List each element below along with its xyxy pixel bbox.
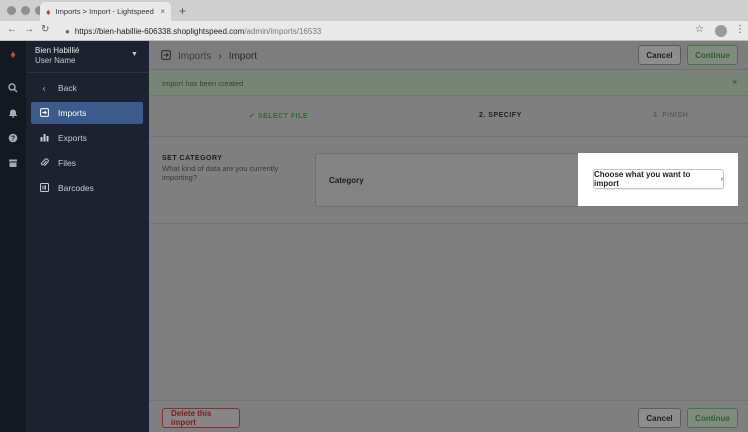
import-icon bbox=[161, 50, 171, 63]
chevron-right-icon: › bbox=[218, 51, 222, 62]
browser-menu-icon[interactable]: ⋮ bbox=[735, 24, 745, 35]
step-select-file: ✔ SELECT FILE bbox=[249, 112, 308, 120]
back-arrow-icon[interactable]: ← bbox=[7, 24, 17, 35]
browser-tab-bar: ♦ Imports > Import - Lightspeed × + bbox=[0, 0, 748, 21]
store-icon[interactable] bbox=[7, 157, 19, 169]
sidebar-item-label: Files bbox=[58, 158, 76, 168]
sidebar-item-exports[interactable]: Exports bbox=[31, 127, 143, 149]
url-host: https://bien-habillie-606338.shoplightsp… bbox=[74, 26, 245, 36]
lightspeed-logo-icon[interactable]: ♦ bbox=[7, 49, 19, 61]
help-icon[interactable]: ? bbox=[7, 132, 19, 144]
paperclip-icon bbox=[39, 157, 49, 169]
browser-address-bar: ← → ↻ ● https://bien-habillie-606338.sho… bbox=[0, 21, 748, 41]
section-description: What kind of data are you currently impo… bbox=[162, 164, 279, 182]
sidebar-divider bbox=[26, 72, 149, 73]
breadcrumb: Imports › Import bbox=[161, 50, 257, 63]
footer-continue-button[interactable]: Continue bbox=[687, 408, 738, 428]
checkmark-icon: ✔ bbox=[249, 113, 256, 120]
import-icon bbox=[39, 107, 49, 119]
sidebar-item-barcodes[interactable]: Barcodes bbox=[31, 177, 143, 199]
footer-cancel-button[interactable]: Cancel bbox=[638, 408, 681, 428]
close-window-button[interactable] bbox=[7, 6, 16, 15]
new-tab-button[interactable]: + bbox=[179, 4, 186, 18]
section-title: SET CATEGORY bbox=[162, 155, 223, 162]
shop-name: Bien Habillié bbox=[35, 46, 80, 55]
set-category-section: SET CATEGORY What kind of data are you c… bbox=[149, 138, 748, 224]
step-specify: 2. SPECIFY bbox=[479, 112, 522, 119]
sidebar-item-back[interactable]: ‹ Back bbox=[31, 77, 143, 99]
close-icon[interactable]: × bbox=[732, 77, 737, 87]
profile-avatar[interactable] bbox=[715, 25, 727, 37]
sidebar-item-files[interactable]: Files bbox=[31, 152, 143, 174]
lock-icon: ● bbox=[65, 26, 70, 36]
url-field[interactable]: ● https://bien-habillie-606338.shoplight… bbox=[65, 24, 680, 38]
bell-icon[interactable] bbox=[7, 107, 19, 119]
sidebar-item-label: Back bbox=[58, 83, 77, 93]
caret-down-icon[interactable]: ▼ bbox=[131, 51, 138, 58]
step-finish: 3. FINISH bbox=[653, 112, 689, 119]
lightspeed-flame-icon: ♦ bbox=[46, 6, 51, 17]
sidebar-item-label: Barcodes bbox=[58, 183, 94, 193]
breadcrumb-parent[interactable]: Imports bbox=[178, 51, 211, 62]
page-title: Import bbox=[228, 51, 258, 62]
category-label: Category bbox=[329, 176, 364, 185]
browser-tab[interactable]: ♦ Imports > Import - Lightspeed × bbox=[40, 2, 171, 21]
success-alert: Import has been created × bbox=[149, 71, 748, 96]
reload-icon[interactable]: ↻ bbox=[41, 24, 49, 35]
url-path: /admin/imports/16533 bbox=[244, 26, 322, 36]
choose-category-label: Choose what you want to import bbox=[594, 170, 691, 188]
page-header: Imports › Import Cancel Continue bbox=[149, 41, 748, 70]
bookmark-star-icon[interactable]: ☆ bbox=[695, 24, 704, 35]
tab-title: Imports > Import - Lightspeed bbox=[55, 7, 154, 16]
app-icon-rail: ♦ ? bbox=[0, 41, 26, 432]
sidebar: Bien Habillié User Name ▼ ‹ Back Imports… bbox=[26, 41, 149, 432]
step-label: SELECT FILE bbox=[257, 113, 309, 120]
user-name: User Name bbox=[35, 56, 76, 65]
sidebar-item-label: Exports bbox=[58, 133, 87, 143]
window-controls bbox=[7, 6, 44, 15]
continue-button[interactable]: Continue bbox=[687, 45, 738, 65]
main-content: Imports › Import Cancel Continue Import … bbox=[149, 41, 748, 432]
sidebar-item-label: Imports bbox=[58, 108, 87, 118]
sidebar-item-imports[interactable]: Imports bbox=[31, 102, 143, 124]
category-card: Category bbox=[315, 153, 579, 207]
choose-category-button[interactable]: Choose what you want to import › bbox=[593, 169, 724, 189]
bar-chart-icon bbox=[39, 133, 49, 144]
tab-close-icon[interactable]: × bbox=[160, 7, 165, 16]
alert-message: Import has been created bbox=[162, 79, 244, 88]
page-footer: Delete this import Cancel Continue bbox=[149, 400, 748, 432]
minimize-window-button[interactable] bbox=[21, 6, 30, 15]
svg-text:?: ? bbox=[11, 136, 15, 143]
chevron-left-icon: ‹ bbox=[42, 83, 46, 93]
cancel-button[interactable]: Cancel bbox=[638, 45, 681, 65]
chevron-right-icon: › bbox=[720, 175, 723, 183]
forward-arrow-icon[interactable]: → bbox=[24, 24, 34, 35]
category-select-highlight: Choose what you want to import › bbox=[578, 153, 738, 206]
search-icon[interactable] bbox=[7, 82, 19, 94]
delete-import-button[interactable]: Delete this import bbox=[162, 408, 240, 428]
import-steps: ✔ SELECT FILE 2. SPECIFY 3. FINISH bbox=[149, 97, 748, 137]
barcode-icon bbox=[39, 182, 49, 194]
account-switcher[interactable]: Bien Habillié User Name bbox=[35, 46, 79, 66]
